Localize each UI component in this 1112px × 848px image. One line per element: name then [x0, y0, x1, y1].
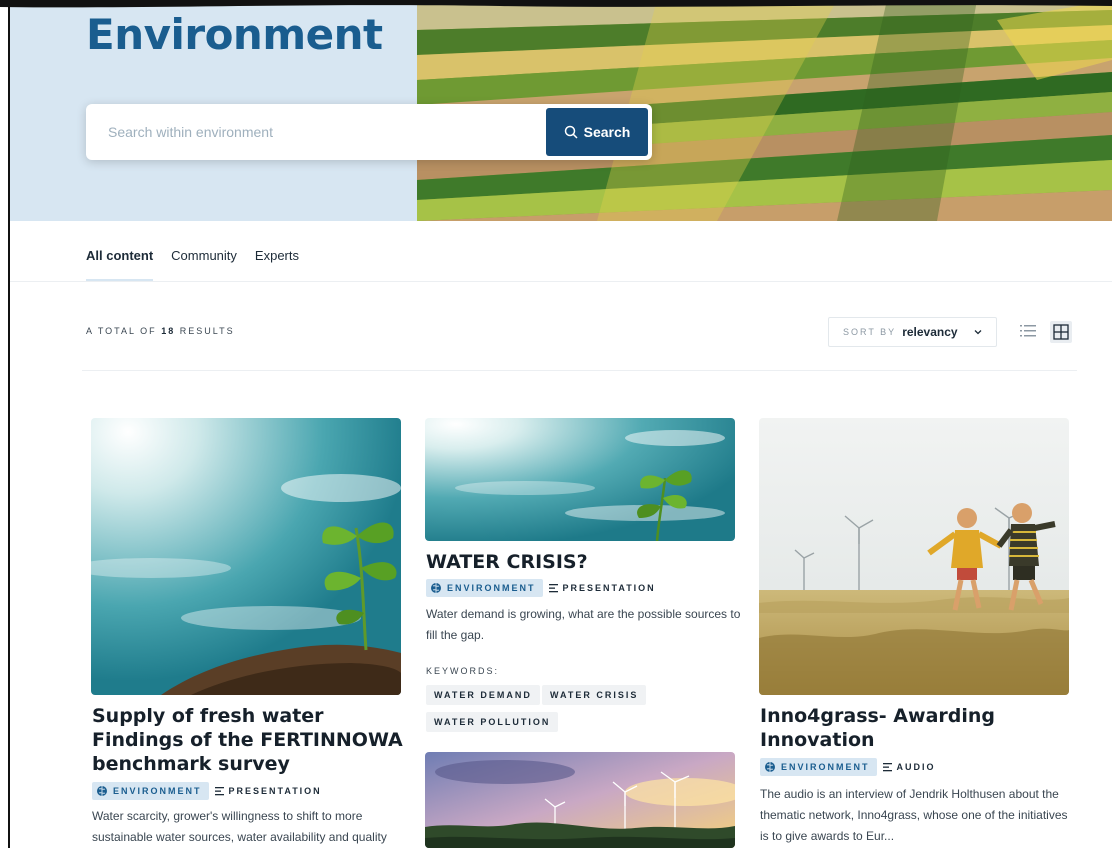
card-image-windfarm[interactable]	[425, 752, 735, 848]
globe-icon	[765, 762, 775, 772]
keyword-tag[interactable]: WATER POLLUTION	[426, 712, 559, 732]
card-title[interactable]: Inno4grass- Awarding Innovation	[760, 704, 1070, 752]
search-button[interactable]: Search	[546, 108, 648, 156]
content-type-label: AUDIO	[896, 762, 936, 772]
card-meta: ENVIRONMENT PRESENTATION	[92, 782, 322, 800]
card-meta: ENVIRONMENT AUDIO	[760, 758, 936, 776]
category-tag[interactable]: ENVIRONMENT	[426, 579, 543, 597]
hero-banner: Environment Search within environment Se…	[10, 0, 1112, 221]
card-description: Water scarcity, grower's willingness to …	[92, 809, 387, 844]
category-label: ENVIRONMENT	[447, 583, 536, 593]
card-image-seedling[interactable]	[91, 418, 401, 695]
divider	[82, 370, 1077, 371]
page-frame-edge	[8, 0, 10, 848]
tab-community[interactable]: Community	[171, 248, 237, 282]
results-suffix: RESULTS	[179, 326, 235, 336]
sort-value: relevancy	[902, 325, 958, 339]
category-label: ENVIRONMENT	[113, 786, 202, 796]
card-description: Water demand is growing, what are the po…	[426, 607, 741, 642]
keyword-tag[interactable]: WATER CRISIS	[542, 685, 647, 705]
results-number: 18	[161, 326, 176, 336]
globe-icon	[431, 583, 441, 593]
page-frame-top	[0, 0, 1112, 8]
content-type: PRESENTATION	[214, 786, 322, 796]
search-input[interactable]	[108, 104, 538, 160]
keyword-tag[interactable]: WATER DEMAND	[426, 685, 540, 705]
card-description: The audio is an interview of Jendrik Hol…	[760, 787, 1068, 843]
tab-all-content[interactable]: All content	[86, 248, 154, 282]
grid-view-icon	[1053, 324, 1069, 340]
text-lines-icon	[882, 762, 892, 771]
card-meta: ENVIRONMENT PRESENTATION	[426, 579, 656, 597]
content-type-label: PRESENTATION	[228, 786, 322, 796]
search-icon	[564, 125, 578, 139]
keywords-label: KEYWORDS:	[426, 666, 500, 676]
card-title[interactable]: Supply of fresh water Findings of the FE…	[92, 704, 412, 776]
search-bar: Search	[86, 104, 652, 160]
content-type-label: PRESENTATION	[562, 583, 656, 593]
card-title[interactable]: WATER CRISIS?	[426, 550, 736, 574]
chevron-down-icon	[974, 330, 982, 335]
category-tag[interactable]: ENVIRONMENT	[760, 758, 877, 776]
divider	[10, 281, 1112, 282]
grid-view-button[interactable]	[1050, 321, 1072, 343]
category-tag[interactable]: ENVIRONMENT	[92, 782, 209, 800]
search-button-label: Search	[583, 124, 631, 140]
content-type: PRESENTATION	[548, 583, 656, 593]
results-prefix: A TOTAL OF	[86, 326, 157, 336]
text-lines-icon	[214, 786, 224, 795]
card-image-children-field[interactable]	[759, 418, 1069, 695]
results-count: A TOTAL OF 18 RESULTS	[86, 326, 235, 336]
category-label: ENVIRONMENT	[781, 762, 870, 772]
globe-icon	[97, 786, 107, 796]
list-view-icon[interactable]	[1019, 323, 1037, 339]
sort-dropdown[interactable]: SORT BY relevancy	[828, 317, 997, 347]
sort-label: SORT BY	[843, 327, 897, 337]
content-tabs: All content Community Experts	[86, 248, 299, 282]
content-type: AUDIO	[882, 762, 936, 772]
text-lines-icon	[548, 583, 558, 592]
tab-experts[interactable]: Experts	[255, 248, 299, 282]
card-image-sprout[interactable]	[425, 418, 735, 541]
